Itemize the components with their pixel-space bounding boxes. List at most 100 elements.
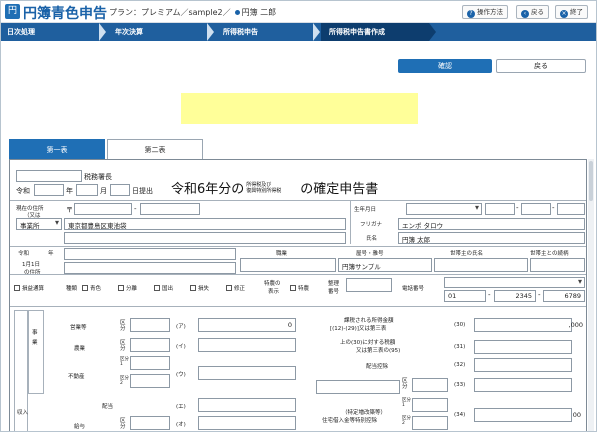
row-a-value-input[interactable]: 0 [198, 318, 296, 332]
era-label: 令和 [16, 187, 30, 195]
jan1-address-2-input[interactable] [64, 262, 236, 274]
phone-type-select[interactable] [444, 277, 585, 288]
jan1-label: 1月1日 [22, 262, 40, 268]
ref-number-input[interactable] [346, 278, 392, 292]
row-u-sub1-input[interactable] [130, 356, 170, 370]
furigana-input[interactable]: エンポ タロウ [398, 218, 585, 230]
divider [10, 200, 586, 201]
postal-mark: 〒 [66, 206, 73, 214]
r33-value-input[interactable] [474, 378, 572, 392]
blue-checkbox[interactable]: 青色 [82, 284, 101, 292]
birth-year-input[interactable] [485, 203, 515, 215]
row-e-value-input[interactable] [198, 398, 296, 412]
national-checkbox[interactable]: 国出 [154, 284, 173, 292]
phone-label: 電話番号 [402, 286, 425, 292]
back-header-button[interactable]: ‹ 戻る [516, 5, 549, 19]
row-o-value-input[interactable] [198, 416, 296, 430]
fix-checkbox[interactable]: 修正 [226, 284, 245, 292]
r33-kubun: 区分 [402, 378, 408, 390]
address-type-select[interactable]: 事業所 [16, 218, 62, 230]
submit-day-input[interactable] [110, 184, 130, 196]
exit-button[interactable]: × 終了 [555, 5, 588, 19]
phone-dash: - [488, 291, 491, 299]
birth-day-input[interactable] [557, 203, 585, 215]
tab-form-1[interactable]: 第一表 [9, 139, 105, 159]
birth-label: 生年月日 [354, 207, 377, 213]
row-i-label: 農業 [74, 346, 86, 352]
r32-value-input[interactable] [474, 358, 572, 372]
business-label-1: 事 [32, 330, 38, 336]
relation-input[interactable] [530, 258, 585, 272]
row-u-sub2-input[interactable] [130, 374, 170, 388]
name-input[interactable]: 円簿 太郎 [398, 232, 585, 244]
step-year-end[interactable]: 年次決算 [107, 23, 207, 41]
loss2-checkbox[interactable]: 損失 [190, 284, 209, 292]
confirm-button[interactable]: 確認 [398, 59, 492, 73]
step-tax-form[interactable]: 所得税申告書作成 [321, 23, 429, 41]
submit-month-input[interactable] [76, 184, 98, 196]
phone-3-input[interactable]: 6789 [543, 290, 585, 302]
row-u-label: 不動産 [68, 374, 85, 380]
shop-input[interactable]: 円簿サンプル [338, 258, 432, 272]
divider [350, 200, 351, 244]
row-i-value-input[interactable] [198, 338, 296, 352]
tax-return-form: 税務署長 令和 年 月 日提出 令和6年分の 所得税及び 復興特別所得税 の確定申告書… [9, 159, 587, 431]
help-button[interactable]: ? 操作方法 [462, 5, 508, 19]
split-checkbox[interactable]: 分離 [118, 284, 137, 292]
job-input[interactable] [240, 258, 336, 272]
jan1-address-input[interactable] [64, 248, 236, 260]
r31-code: (31) [454, 344, 466, 350]
scrollbar-thumb[interactable] [589, 161, 593, 201]
row-o-kubun: 区分 [120, 418, 126, 430]
return-button[interactable]: 戻る [496, 59, 586, 73]
shop-label: 屋号・雅号 [356, 251, 384, 257]
step-tax-return[interactable]: 所得税申告 [215, 23, 315, 41]
submit-year-input[interactable] [34, 184, 64, 196]
job-label: 職業 [276, 251, 288, 257]
r33-kubun-input[interactable] [412, 378, 448, 392]
divider [10, 246, 586, 247]
r34-sub1: 区分 1 [402, 398, 411, 408]
special-checkbox[interactable]: 特農 [290, 284, 309, 292]
furigana-label: フリガナ [360, 222, 383, 228]
r33-label-input[interactable] [316, 380, 400, 394]
postal-code-1-input[interactable] [74, 203, 132, 215]
row-i-code: (イ) [176, 344, 186, 350]
r34-sub2-input[interactable] [412, 416, 448, 430]
r34-sub1-input[interactable] [412, 398, 448, 412]
vertical-scrollbar[interactable] [588, 159, 594, 431]
row-u-sub1: 区分 1 [120, 357, 129, 367]
phone-1-input[interactable]: 01 [444, 290, 486, 302]
plan-info: プラン：プレミアム／sample2／ 円簿 二郎 [109, 8, 277, 17]
address-2-input[interactable] [64, 232, 346, 244]
row-u-code: (ウ) [176, 372, 186, 378]
checkbox-icon [226, 285, 232, 291]
loss-checkbox[interactable]: 損益通算 [14, 284, 44, 292]
tab-form-2[interactable]: 第二表 [107, 139, 203, 159]
r30-value-input[interactable]: ,000 [474, 318, 583, 332]
phone-2-input[interactable]: 2345 [494, 290, 536, 302]
kind-label: 種類 [66, 286, 78, 292]
birth-era-select[interactable] [406, 203, 482, 215]
step-navigation: 日次処理 年次決算 所得税申告 所得税申告書作成 [1, 23, 596, 41]
row-i-kubun-input[interactable] [130, 338, 170, 352]
row-a-kubun-input[interactable] [130, 318, 170, 332]
birth-month-input[interactable] [521, 203, 551, 215]
checkbox-icon [14, 285, 20, 291]
tax-office-input[interactable] [16, 170, 82, 182]
postal-code-2-input[interactable] [140, 203, 200, 215]
step-separator-icon [429, 23, 436, 41]
step-separator-icon [313, 23, 320, 41]
phone-dash: - [538, 291, 541, 299]
app-title: 円簿青色申告 [23, 6, 107, 22]
r34-value-input[interactable]: 00 [474, 408, 581, 422]
row-u-value-input[interactable] [198, 366, 296, 380]
address-input[interactable]: 東京都豊島区東池袋 [64, 218, 346, 230]
user-name: 円簿 二郎 [241, 8, 277, 17]
step-daily[interactable]: 日次処理 [1, 23, 101, 41]
row-o-kubun-input[interactable] [130, 416, 170, 430]
app-window: 円 円簿青色申告 プラン：プレミアム／sample2／ 円簿 二郎 ? 操作方法 ‹… [0, 0, 597, 432]
birth-dash: - [516, 204, 519, 212]
head-input[interactable] [434, 258, 528, 272]
r31-value-input[interactable] [474, 340, 572, 354]
